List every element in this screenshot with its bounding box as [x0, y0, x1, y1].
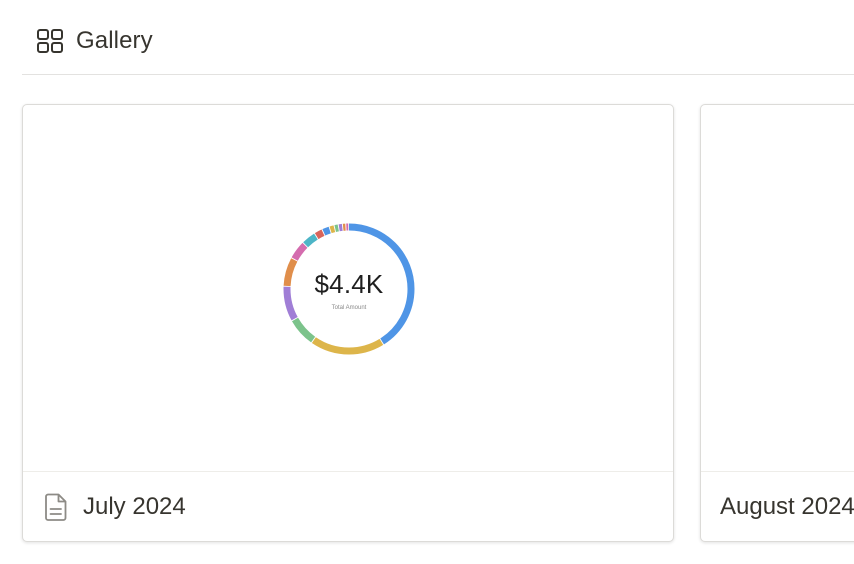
donut-chart: $4.4K Total Amount [281, 221, 417, 357]
donut-caption: Total Amount [331, 305, 367, 311]
gallery-card-august-2024[interactable]: August 2024 [700, 104, 854, 542]
card-cover [701, 105, 854, 472]
card-cover: $4.4K Total Amount [23, 105, 673, 472]
view-title: Gallery [76, 27, 153, 54]
donut-total-amount: $4.4K [314, 269, 384, 299]
card-footer: August 2024 [701, 471, 854, 541]
gallery-card-july-2024[interactable]: $4.4K Total Amount July 2024 [22, 104, 674, 542]
page-document-icon [45, 493, 67, 521]
gallery-view-header[interactable]: Gallery [36, 26, 153, 56]
gallery-grid-icon [37, 29, 63, 53]
card-footer: July 2024 [23, 471, 673, 541]
card-title: July 2024 [83, 493, 186, 520]
header-divider [22, 74, 854, 75]
card-title: August 2024 [720, 493, 854, 520]
